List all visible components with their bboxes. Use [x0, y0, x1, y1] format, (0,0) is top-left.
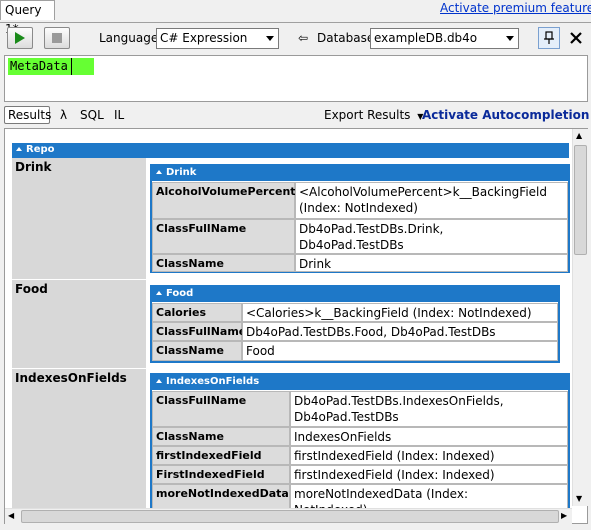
arrow-left-icon: ⇦: [298, 31, 309, 45]
vertical-scrollbar[interactable]: ▲ ▼: [572, 129, 588, 506]
value-line: Db4oPad.TestDBs: [299, 238, 404, 252]
drink-key: ClassName: [152, 254, 295, 272]
food-key: ClassFullName: [152, 322, 246, 341]
pin-button[interactable]: [538, 27, 560, 49]
editor-text[interactable]: MetaData: [8, 58, 94, 75]
language-value: C# Expression: [160, 31, 248, 45]
export-results-button[interactable]: Export Results ▼: [324, 107, 423, 125]
indexes-value: firstIndexedField (Index: Indexed): [290, 446, 568, 465]
drink-title: Drink: [166, 167, 197, 178]
value-line: Db4oPad.TestDBs: [294, 410, 399, 424]
export-results-label: Export Results: [324, 108, 411, 122]
text-caret: [71, 58, 72, 75]
play-icon: [15, 32, 25, 44]
scroll-right-icon[interactable]: ▶: [561, 512, 567, 520]
database-label: Database: [317, 31, 375, 45]
value-line: Db4oPad.TestDBs.Drink,: [299, 222, 444, 236]
drink-header[interactable]: Drink: [152, 166, 568, 181]
drink-key: ClassFullName: [152, 219, 295, 254]
food-title: Food: [166, 288, 194, 299]
language-dropdown[interactable]: C# Expression: [156, 28, 279, 49]
chevron-down-icon: [506, 36, 514, 41]
repo-title: Repo: [26, 144, 55, 155]
value-line: moreNotIndexedData (Index:: [294, 487, 468, 501]
scroll-left-icon[interactable]: ◀: [8, 512, 14, 520]
scroll-up-icon[interactable]: ▲: [576, 132, 582, 140]
language-label: Language: [99, 31, 159, 45]
drink-value: Drink: [295, 254, 568, 272]
indexes-header[interactable]: IndexesOnFields: [152, 375, 568, 390]
query-tab[interactable]: Query 1*: [0, 0, 55, 36]
chevron-down-icon: [266, 36, 274, 41]
food-header[interactable]: Food: [152, 287, 558, 302]
food-value: Food: [242, 341, 558, 361]
collapse-icon: [156, 379, 162, 383]
indexes-key: firstIndexedField: [152, 446, 290, 465]
indexes-title: IndexesOnFields: [166, 376, 260, 387]
drink-value: Db4oPad.TestDBs.Drink, Db4oPad.TestDBs: [295, 219, 568, 254]
food-value: <Calories>k__BackingField (Index: NotInd…: [242, 303, 558, 322]
activate-autocompletion-link[interactable]: Activate Autocompletion: [422, 106, 589, 124]
food-value: Db4oPad.TestDBs.Food, Db4oPad.TestDBs: [242, 322, 558, 341]
indexes-key: ClassName: [152, 427, 290, 446]
drink-key: AlcoholVolumePercent: [152, 182, 296, 219]
pin-icon: [544, 31, 554, 44]
horizontal-scroll-thumb[interactable]: [21, 510, 559, 523]
indexes-key: FirstIndexedField: [152, 465, 290, 484]
row-key-drink: Drink: [12, 158, 146, 279]
scroll-down-icon[interactable]: ▼: [576, 495, 582, 503]
value-line: (Index: NotIndexed): [299, 201, 418, 215]
database-dropdown[interactable]: exampleDB.db4o: [370, 28, 519, 49]
tab-il[interactable]: IL: [114, 107, 124, 125]
value-line: <AlcoholVolumePercent>k__BackingField: [299, 185, 547, 199]
tab-sql[interactable]: SQL: [80, 107, 104, 125]
tab-lambda[interactable]: λ: [60, 107, 67, 125]
tab-results[interactable]: Results: [4, 106, 51, 124]
indexes-key: ClassFullName: [152, 391, 290, 427]
indexes-value: firstIndexedField (Index: Indexed): [290, 465, 568, 484]
stop-button[interactable]: [44, 27, 70, 49]
repo-header[interactable]: Repo: [12, 143, 569, 158]
indexes-value: Db4oPad.TestDBs.IndexesOnFields, Db4oPad.…: [290, 391, 568, 427]
drink-value: <AlcoholVolumePercent>k__BackingField (In…: [295, 182, 568, 219]
collapse-icon: [156, 170, 162, 174]
database-value: exampleDB.db4o: [374, 31, 478, 45]
value-line: Db4oPad.TestDBs.IndexesOnFields,: [294, 394, 504, 408]
close-button[interactable]: [567, 29, 585, 47]
activate-premium-link[interactable]: Activate premium features: [440, 0, 591, 16]
run-button[interactable]: [7, 27, 33, 49]
collapse-icon: [156, 291, 162, 295]
row-key-food: Food: [12, 280, 146, 368]
indexes-value: IndexesOnFields: [290, 427, 568, 446]
stop-icon: [52, 33, 62, 43]
collapse-icon: [16, 147, 22, 151]
close-icon: [570, 32, 582, 44]
food-key: ClassName: [152, 341, 242, 361]
food-key: Calories: [152, 303, 242, 322]
vertical-scroll-thumb[interactable]: [574, 145, 587, 255]
horizontal-scrollbar[interactable]: ◀ ▶: [5, 508, 572, 524]
query-editor[interactable]: MetaData: [4, 55, 588, 102]
row-key-indexesonfields: IndexesOnFields: [12, 369, 146, 509]
